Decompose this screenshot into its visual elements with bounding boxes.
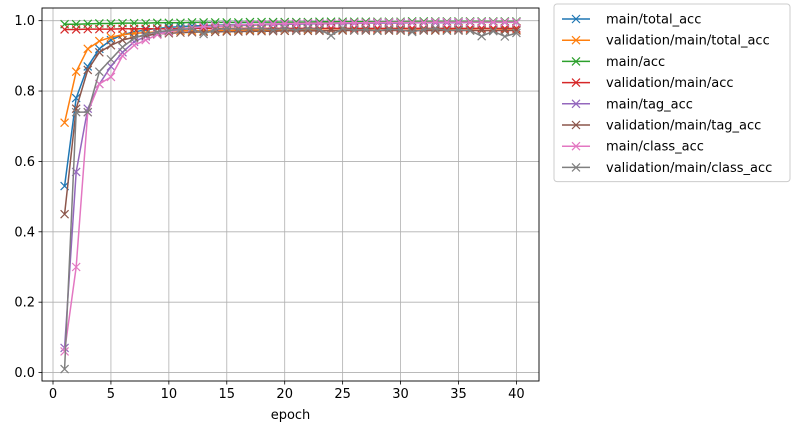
legend-label: main/class_acc <box>606 140 704 155</box>
x-tick-label: 35 <box>450 387 467 402</box>
y-tick-label: 0.2 <box>14 296 35 311</box>
x-axis-title: epoch <box>271 408 311 423</box>
line-chart: 0 5 10 15 20 25 30 35 40 0.0 0.2 0.4 0.6 0.8 1.0 epoc… <box>0 0 800 432</box>
y-tick-label: 0.6 <box>14 155 35 170</box>
y-tick-label: 0.0 <box>14 366 35 381</box>
x-tick-label: 5 <box>107 387 115 402</box>
x-tick-label: 0 <box>49 387 57 402</box>
x-tick-label: 40 <box>508 387 525 402</box>
x-tick-label: 20 <box>276 387 293 402</box>
x-tick-label: 15 <box>219 387 236 402</box>
legend-label: validation/main/tag_acc <box>606 119 761 134</box>
y-tick-label: 0.4 <box>14 225 35 240</box>
x-tick-label: 10 <box>161 387 178 402</box>
x-tick-label: 30 <box>392 387 409 402</box>
legend-label: main/acc <box>606 55 665 70</box>
legend: main/total_acc validation/main/total_accm… <box>553 3 791 183</box>
x-tick-label: 25 <box>334 387 351 402</box>
legend-label: validation/main/total_acc <box>606 34 770 49</box>
y-tick-label: 0.8 <box>14 85 35 100</box>
legend-label: main/total_acc <box>606 13 701 28</box>
legend-label: main/tag_acc <box>606 97 693 112</box>
legend-box <box>553 3 791 183</box>
legend-label: validation/main/acc <box>606 76 734 91</box>
y-tick-label: 1.0 <box>14 14 35 29</box>
legend-label: validation/main/class_acc <box>606 161 772 176</box>
